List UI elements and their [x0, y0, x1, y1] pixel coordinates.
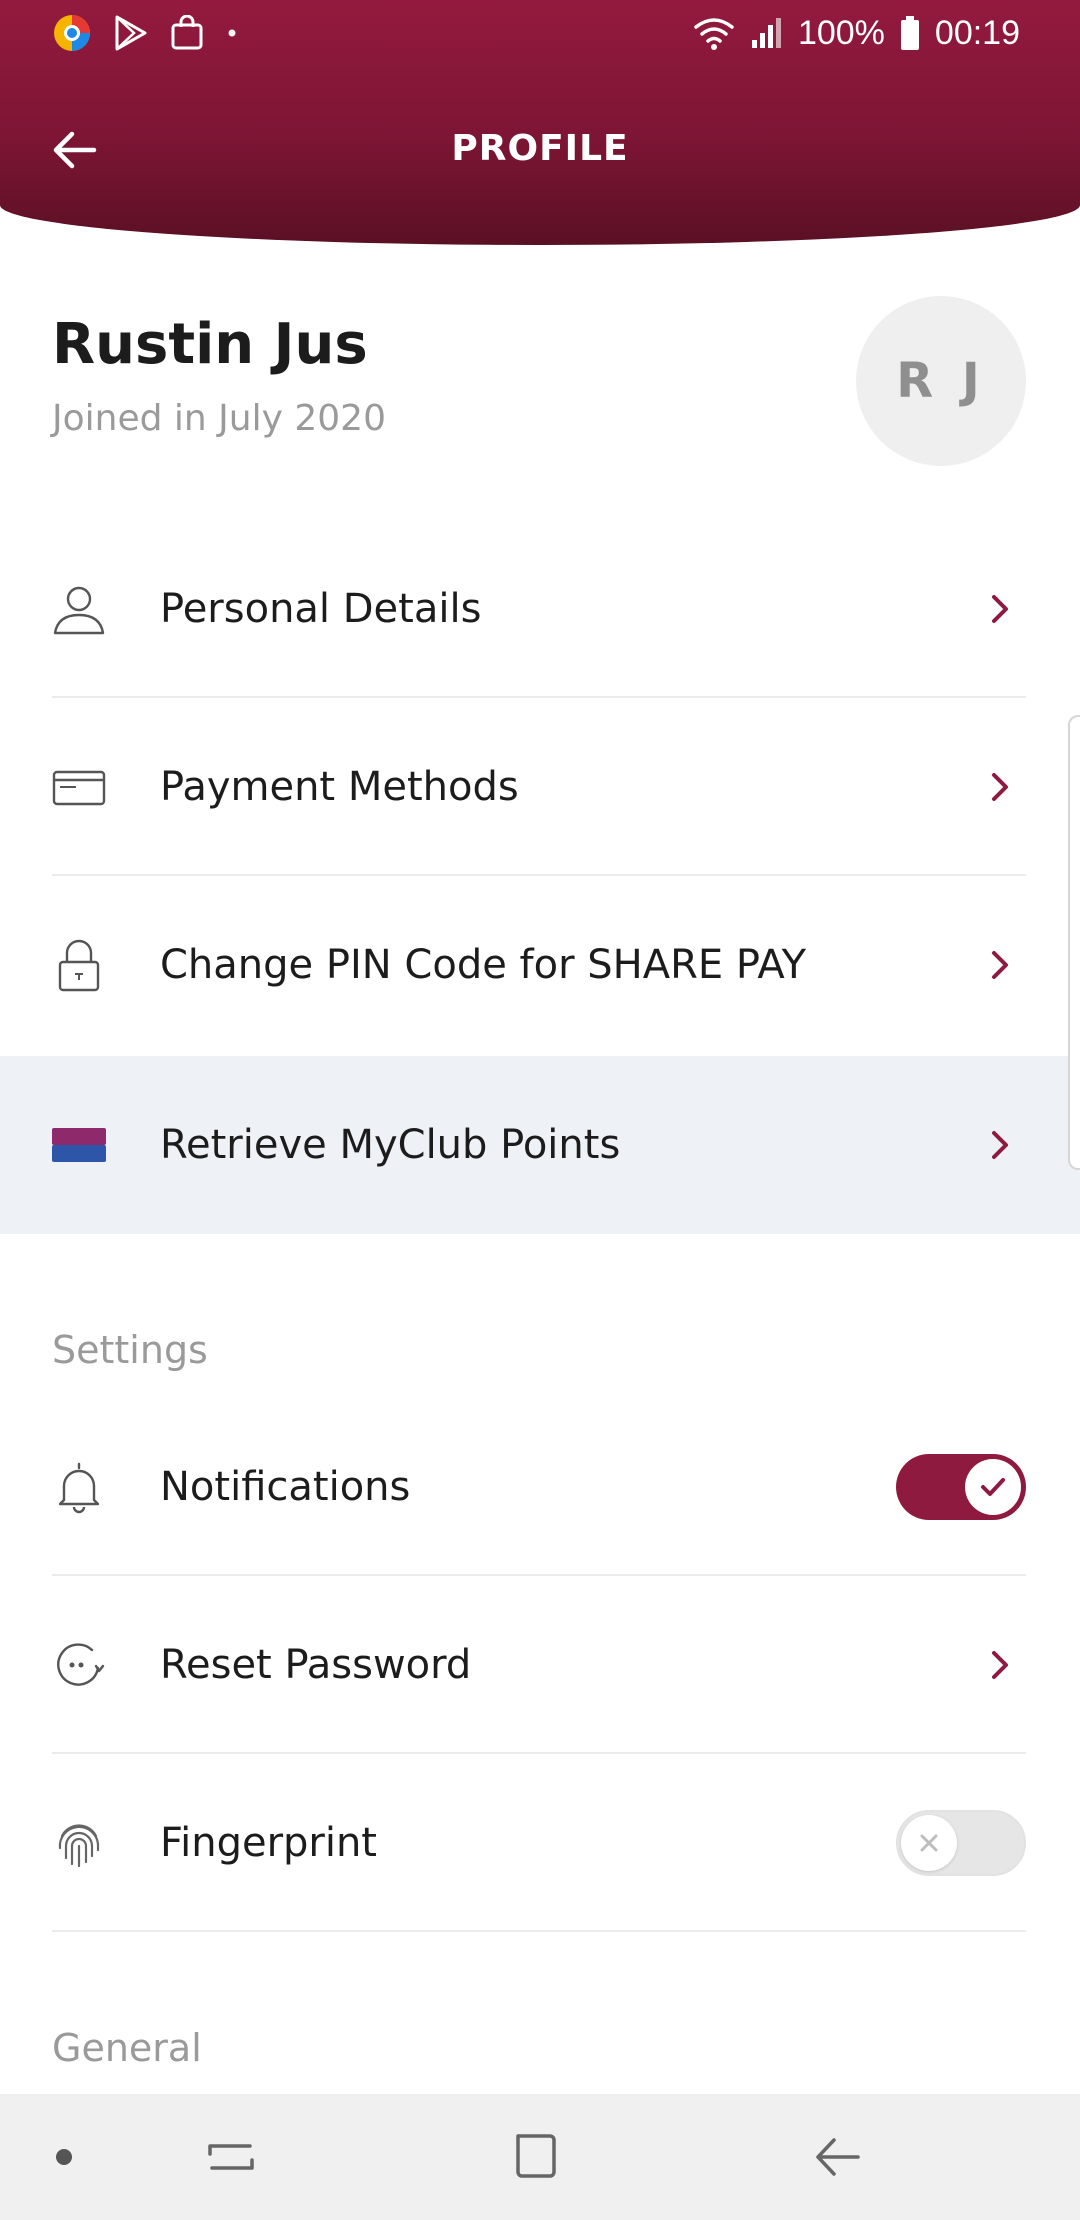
- menu-item-retrieve-myclub-points[interactable]: Retrieve MyClub Points: [0, 1056, 1080, 1234]
- status-system-info: 100% 00:19: [692, 10, 1020, 56]
- status-notification-icons: [52, 12, 238, 54]
- shopping-bag-icon: [171, 15, 203, 50]
- menu-item-personal-details[interactable]: Personal Details: [0, 520, 1080, 698]
- menu-item-payment-methods[interactable]: Payment Methods: [0, 698, 1080, 876]
- menu-item-change-pin[interactable]: Change PIN Code for SHARE PAY: [0, 876, 1080, 1054]
- wifi-icon: [694, 18, 734, 50]
- notifications-toggle[interactable]: [896, 1454, 1026, 1520]
- recent-apps-icon[interactable]: [206, 2132, 256, 2182]
- settings-item-label: Notifications: [160, 1464, 411, 1510]
- nav-dot-icon[interactable]: [54, 2147, 74, 2167]
- avatar[interactable]: R J: [856, 296, 1026, 466]
- chevron-right-icon: [992, 595, 1008, 623]
- menu-item-label: Payment Methods: [160, 764, 519, 810]
- system-navigation-bar: [0, 2094, 1080, 2220]
- home-icon[interactable]: [510, 2132, 560, 2182]
- battery-percent: 100%: [797, 13, 885, 52]
- chevron-right-icon: [992, 1131, 1008, 1159]
- browser-app-icon: [54, 15, 90, 51]
- settings-item-label: Reset Password: [160, 1642, 472, 1688]
- settings-item-label: Fingerprint: [160, 1820, 377, 1866]
- section-title-general: General: [52, 2026, 202, 2070]
- scrollbar-handle[interactable]: [1068, 715, 1080, 1170]
- chevron-right-icon: [992, 773, 1008, 801]
- clock-time: 00:19: [934, 13, 1020, 52]
- reset-password-icon: [57, 1643, 105, 1686]
- profile-name: Rustin Jus: [52, 312, 368, 377]
- lock-icon: [58, 939, 100, 992]
- person-icon: [53, 586, 105, 635]
- status-bar: 100% 00:19: [0, 0, 1080, 66]
- signal-icon: [751, 18, 781, 48]
- fingerprint-toggle[interactable]: [896, 1810, 1026, 1876]
- credit-card-icon: [52, 770, 106, 806]
- menu-item-label: Personal Details: [160, 586, 482, 632]
- settings-item-reset-password[interactable]: Reset Password: [0, 1576, 1080, 1754]
- app-header: 100% 00:19 PROFILE: [0, 0, 1080, 245]
- dot-icon: [228, 29, 236, 37]
- divider: [52, 1930, 1026, 1932]
- toggle-knob: [965, 1459, 1021, 1515]
- check-icon: [981, 1478, 1005, 1496]
- chevron-right-icon: [992, 1651, 1008, 1679]
- settings-item-fingerprint: Fingerprint: [0, 1754, 1080, 1932]
- fingerprint-icon: [58, 1824, 100, 1868]
- myclub-card-icon: [52, 1128, 106, 1162]
- settings-item-notifications: Notifications: [0, 1398, 1080, 1576]
- bell-icon: [58, 1462, 100, 1514]
- battery-icon: [900, 16, 919, 50]
- menu-item-label: Retrieve MyClub Points: [160, 1122, 621, 1168]
- close-icon: [920, 1834, 938, 1852]
- back-icon[interactable]: [812, 2132, 862, 2182]
- chevron-right-icon: [992, 951, 1008, 979]
- toggle-knob: [901, 1815, 957, 1871]
- profile-joined-date: Joined in July 2020: [52, 398, 386, 439]
- play-store-icon: [115, 15, 147, 51]
- menu-item-label: Change PIN Code for SHARE PAY: [160, 942, 807, 988]
- section-title-settings: Settings: [52, 1328, 208, 1372]
- page-title: PROFILE: [451, 128, 629, 169]
